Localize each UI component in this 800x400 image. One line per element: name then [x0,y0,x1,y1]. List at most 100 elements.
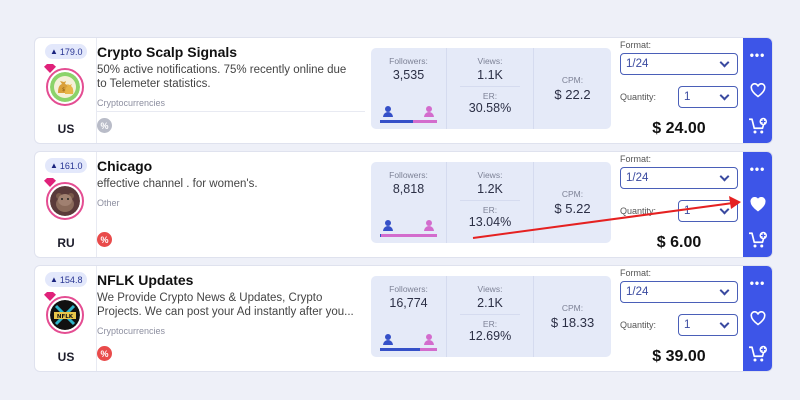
channel-title[interactable]: NFLK Updates [97,272,365,288]
views-label: Views: [477,284,503,294]
channel-info: Chicago effective channel . for women's.… [97,152,365,257]
add-to-cart-icon [748,345,767,362]
add-to-cart-button[interactable] [747,343,769,365]
gender-bar [380,348,437,351]
favorite-button[interactable] [747,308,769,330]
er-value: 30.58% [468,101,512,115]
cpm-value: $ 22.2 [554,87,591,102]
format-select[interactable]: 1/24 [620,53,738,75]
rating-value: 179.0 [59,46,83,57]
stats-panel: Followers: 8,818 Views: 1.2K ER: 13.04% … [371,162,611,243]
rating-badge: ▲ 154.8 [45,272,88,287]
rating-value: 154.8 [59,274,83,285]
stats-panel: Followers: 3,535 Views: 1.1K ER: 30.58% … [371,48,611,129]
discount-badge: % [97,346,112,361]
channel-card: ▲ 154.8 NFLK US NFLK Updates We Provide … [34,265,773,372]
views-er-stat: Views: 1.1K ER: 30.58% [447,48,534,129]
price: $ 24.00 [652,120,706,137]
order-panel: Format: 1/24 Quantity: 1 $ 24.00 [618,38,743,143]
premium-gem-icon [44,292,56,301]
more-button[interactable]: ••• [747,272,769,294]
trophy-icon: ▲ [50,161,58,170]
er-label: ER: [482,91,498,101]
more-button[interactable]: ••• [747,158,769,180]
quantity-value: 1 [684,205,691,217]
discount-badge: % [97,118,112,133]
format-label: Format: [620,268,652,278]
cpm-label: CPM: [561,189,584,199]
rating-badge: ▲ 179.0 [45,44,88,59]
er-label: ER: [482,319,498,329]
favorite-button[interactable] [747,194,769,216]
chevron-down-icon [719,171,730,182]
channel-meta: ▲ 154.8 NFLK US [35,266,97,371]
action-strip: ••• [743,266,772,371]
channel-description: effective channel . for women's. [97,178,258,190]
heart-icon [750,197,765,212]
male-icon [383,220,393,231]
country-code: US [57,350,75,364]
channel-info: Crypto Scalp Signals 50% active notifica… [97,38,365,143]
premium-gem-icon [44,64,56,73]
followers-value: 8,818 [392,182,425,196]
followers-label: Followers: [389,56,428,66]
followers-stat: Followers: 16,774 [371,276,447,357]
quantity-label: Quantity: [620,206,657,216]
more-dots-icon: ••• [749,162,766,176]
divider [460,314,520,315]
views-label: Views: [477,56,503,66]
chevron-down-icon [719,57,730,68]
channel-title[interactable]: Chicago [97,158,365,174]
action-strip: ••• [743,38,772,143]
followers-label: Followers: [389,284,428,294]
male-share-fill [380,348,420,351]
format-select[interactable]: 1/24 [620,167,738,189]
svg-text:$: $ [62,87,65,93]
bear-photo-icon [50,186,80,216]
male-share-fill [380,234,382,237]
er-value: 12.69% [468,329,512,343]
more-button[interactable]: ••• [747,44,769,66]
format-select[interactable]: 1/24 [620,281,738,303]
channel-card: ▲ 179.0 $ US Crypto Scalp Signals 50% ac… [34,37,773,144]
views-value: 2.1K [477,296,503,310]
country-code: US [57,122,75,136]
female-icon [424,220,434,231]
more-dots-icon: ••• [749,48,766,62]
divider [460,200,520,201]
quantity-select[interactable]: 1 [678,314,738,336]
quantity-select[interactable]: 1 [678,200,738,222]
add-to-cart-button[interactable] [747,229,769,251]
favorite-button[interactable] [747,80,769,102]
followers-label: Followers: [389,170,428,180]
rating-value: 161.0 [59,160,83,171]
quantity-value: 1 [684,91,691,103]
gender-split [380,106,437,124]
male-share-fill [380,120,414,123]
heart-icon [750,83,765,98]
quantity-select[interactable]: 1 [678,86,738,108]
cpm-label: CPM: [561,303,584,313]
avatar[interactable] [44,178,84,220]
channel-info: NFLK Updates We Provide Crypto News & Up… [97,266,365,371]
divider [97,111,365,112]
action-strip: ••• [743,152,772,257]
quantity-label: Quantity: [620,320,657,330]
add-to-cart-button[interactable] [747,115,769,137]
er-label: ER: [482,205,498,215]
followers-value: 16,774 [389,296,428,310]
gender-bar [380,120,437,123]
avatar[interactable]: NFLK [44,292,84,334]
male-icon [383,106,393,117]
channel-card: ▲ 161.0 RU Chicago effective channel . f… [34,151,773,258]
avatar[interactable]: $ [44,64,84,106]
views-value: 1.1K [477,68,503,82]
channel-category: Cryptocurrencies [97,326,166,336]
rating-badge: ▲ 161.0 [45,158,88,173]
followers-stat: Followers: 3,535 [371,48,447,129]
female-icon [424,334,434,345]
channel-title[interactable]: Crypto Scalp Signals [97,44,365,60]
cpm-stat: CPM: $ 5.22 [534,162,611,243]
format-value: 1/24 [626,58,649,70]
add-to-cart-icon [748,117,767,134]
